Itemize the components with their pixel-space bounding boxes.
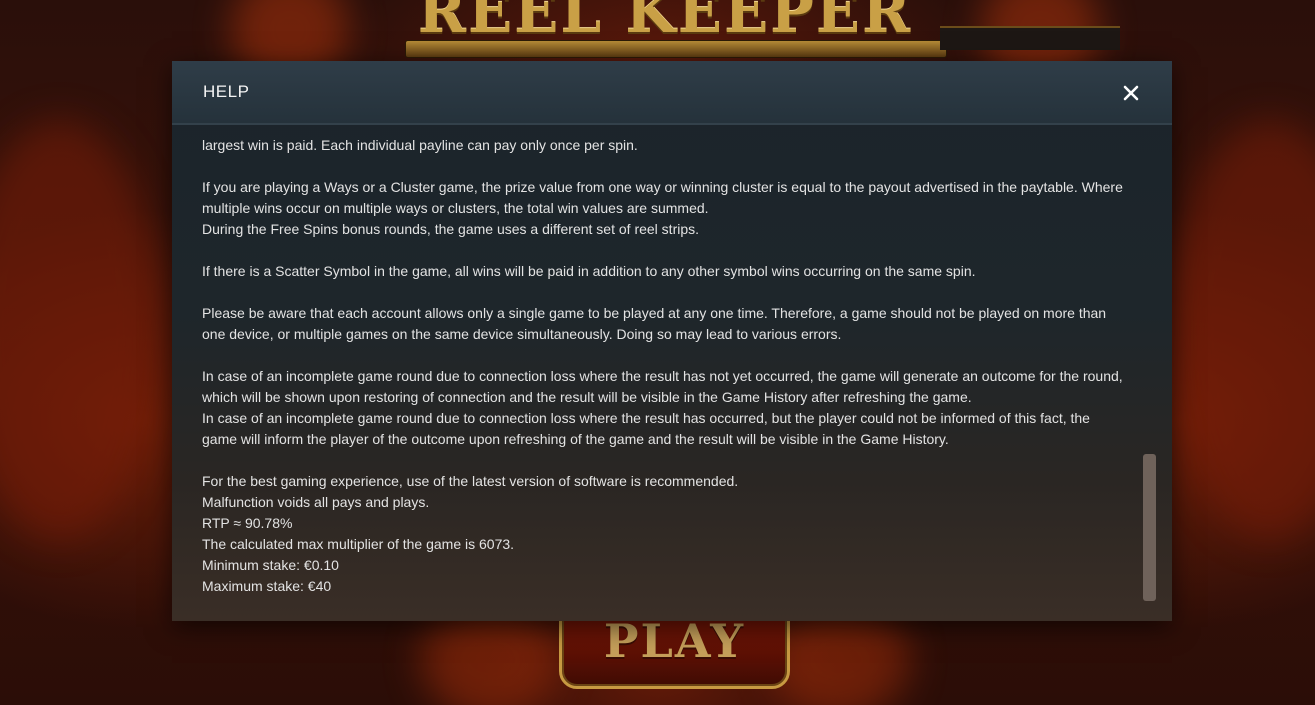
help-text-line: Malfunction voids all pays and plays. bbox=[202, 494, 430, 510]
help-text-line: In case of an incomplete game round due … bbox=[202, 410, 1090, 426]
logo-banner-shadow bbox=[940, 26, 1120, 50]
flame-decoration bbox=[1170, 120, 1315, 540]
help-text-line: Minimum stake: €0.10 bbox=[202, 557, 339, 573]
help-text-line: which will be shown upon restoring of co… bbox=[202, 389, 972, 405]
help-text-line: If there is a Scatter Symbol in the game… bbox=[202, 263, 976, 279]
help-dialog: HELP largest win is paid. Each individua… bbox=[172, 61, 1172, 621]
help-text-line: During the Free Spins bonus rounds, the … bbox=[202, 221, 700, 237]
help-text-line: The calculated max multiplier of the gam… bbox=[202, 536, 515, 552]
help-text-line: multiple wins occur on multiple ways or … bbox=[202, 200, 709, 216]
close-button[interactable] bbox=[1117, 79, 1145, 107]
help-text-line: If you are playing a Ways or a Cluster g… bbox=[202, 179, 1123, 195]
help-text-line: Please be aware that each account allows… bbox=[202, 305, 1107, 321]
help-dialog-header: HELP bbox=[172, 61, 1172, 125]
help-paragraph: largest win is paid. Each individual pay… bbox=[202, 135, 1137, 156]
game-logo: REEL KEEPER bbox=[417, 0, 913, 46]
help-paragraph: Please be aware that each account allows… bbox=[202, 303, 1137, 345]
help-text-line: largest win is paid. Each individual pay… bbox=[202, 137, 638, 153]
scrollbar-thumb[interactable] bbox=[1143, 454, 1156, 601]
help-text-line: RTP ≈ 90.78% bbox=[202, 515, 293, 531]
help-content[interactable]: largest win is paid. Each individual pay… bbox=[172, 125, 1172, 621]
help-paragraph: In case of an incomplete game round due … bbox=[202, 366, 1137, 450]
help-text: largest win is paid. Each individual pay… bbox=[202, 135, 1137, 618]
help-dialog-title: HELP bbox=[203, 82, 250, 101]
flame-decoration bbox=[0, 120, 160, 540]
help-text-line: In case of an incomplete game round due … bbox=[202, 368, 1123, 384]
help-text-line: Maximum stake: €40 bbox=[202, 578, 332, 594]
help-paragraph: If there is a Scatter Symbol in the game… bbox=[202, 261, 1137, 282]
close-icon bbox=[1123, 85, 1139, 101]
help-text-line: For the best gaming experience, use of t… bbox=[202, 473, 739, 489]
help-text-line: game will inform the player of the outco… bbox=[202, 431, 949, 447]
help-paragraph: If you are playing a Ways or a Cluster g… bbox=[202, 177, 1137, 240]
help-paragraph: For the best gaming experience, use of t… bbox=[202, 471, 1137, 597]
help-text-line: one device, or multiple games on the sam… bbox=[202, 326, 842, 342]
game-background: REEL KEEPER PLAY HELP largest win is pai… bbox=[0, 0, 1315, 705]
